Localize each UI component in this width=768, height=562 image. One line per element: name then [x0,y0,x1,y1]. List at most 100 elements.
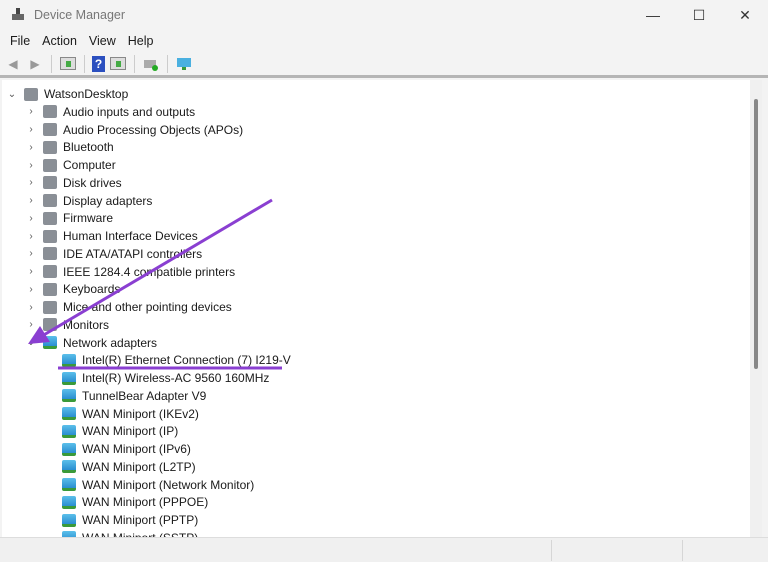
chevron-right-icon[interactable]: › [25,213,37,224]
forward-icon[interactable]: ▶ [26,56,44,72]
chevron-right-icon[interactable]: › [25,160,37,171]
tree-device[interactable]: WAN Miniport (PPTP) [44,511,198,529]
device-category-icon [43,176,57,190]
tree-device[interactable]: Intel(R) Wireless-AC 9560 160MHz [44,369,269,387]
menu-file[interactable]: File [4,34,36,48]
device-category-icon [43,229,57,243]
tree-item-label: Intel(R) Wireless-AC 9560 160MHz [82,371,270,385]
minimize-button[interactable]: — [630,0,676,30]
vertical-scrollbar[interactable] [750,80,762,537]
tree-category[interactable]: › Audio inputs and outputs [25,103,195,121]
tree-category[interactable]: › Disk drives [25,174,121,192]
tree-item-label: Mice and other pointing devices [63,300,232,314]
tree-item-label: Firmware [63,211,113,226]
device-category-icon [24,87,38,101]
tree-item-label: IDE ATA/ATAPI controllers [63,246,203,261]
network-adapter-icon [43,336,57,349]
help-icon[interactable]: ? [92,55,105,72]
device-category-icon [43,105,57,119]
network-adapter-icon [62,371,76,385]
tree-device[interactable]: WAN Miniport (SSTP) [44,529,198,537]
toolbar-divider [84,54,85,73]
scrollbar-thumb[interactable] [754,99,758,369]
tree-device[interactable]: WAN Miniport (IKEv2) [44,405,199,423]
tree-device[interactable]: WAN Miniport (Network Monitor) [44,476,254,494]
chevron-right-icon[interactable]: › [25,248,37,259]
tree-item-label: IEEE 1284.4 compatible printers [63,264,236,279]
tree-device[interactable]: WAN Miniport (IP) [44,422,178,440]
toolbar-divider [167,54,168,73]
menu-action[interactable]: Action [36,34,83,48]
device-manager-icon [10,7,26,23]
network-adapter-icon [62,424,76,438]
tree-device[interactable]: WAN Miniport (L2TP) [44,458,196,476]
tree-item-label: Network adapters [63,335,158,350]
chevron-right-icon[interactable]: › [25,284,37,295]
device-category-icon [43,282,57,296]
tree-item-label: Display adapters [63,193,153,208]
tree-category[interactable]: › IDE ATA/ATAPI controllers [25,245,202,263]
tree-category[interactable]: › Computer [25,156,116,174]
device-category-icon [43,123,57,136]
chevron-right-icon[interactable]: › [25,106,37,117]
toolbar: ◀ ▶ ? [0,52,768,78]
monitor-icon[interactable] [175,56,193,72]
tree-category[interactable]: ⌄ Network adapters [25,334,157,352]
device-category-icon [43,211,57,225]
network-adapter-icon [62,460,76,474]
network-adapter-icon [62,353,76,367]
tree-device[interactable]: TunnelBear Adapter V9 [44,387,206,405]
scan-hardware-icon[interactable] [142,56,160,72]
chevron-right-icon[interactable]: › [25,195,37,206]
device-tree[interactable]: ⌄ WatsonDesktop › Audio inputs and outputs ›… [2,80,750,537]
tree-item-label: TunnelBear Adapter V9 [82,388,207,403]
tree-category[interactable]: › Firmware [25,209,113,227]
device-category-icon [43,265,57,278]
tree-root[interactable]: ⌄ WatsonDesktop [6,85,128,103]
tree-category[interactable]: › Audio Processing Objects (APOs) [25,121,243,139]
menu-bar: File Action View Help [0,30,768,52]
properties-icon[interactable] [59,56,77,72]
tree-item-label: WAN Miniport (IPv6) [82,442,191,456]
tree-item-label: Human Interface Devices [63,229,198,243]
network-adapter-icon [62,513,76,527]
tree-category[interactable]: › Display adapters [25,192,152,210]
back-icon[interactable]: ◀ [4,56,22,72]
tree-item-label: Keyboards [63,282,121,297]
tree-category[interactable]: › Monitors [25,316,109,334]
window-title: Device Manager [34,8,126,22]
chevron-right-icon[interactable]: › [25,142,37,153]
tree-device[interactable]: WAN Miniport (PPPOE) [44,493,208,511]
chevron-down-icon[interactable]: ⌄ [6,89,18,100]
tree-item-label: Audio inputs and outputs [63,104,196,119]
title-bar: Device Manager — ☐ ✕ [0,0,768,30]
chevron-right-icon[interactable]: › [25,266,37,277]
tree-item-label: WAN Miniport (IP) [82,424,179,439]
tree-item-label: WAN Miniport (Network Monitor) [82,477,255,492]
tree-device[interactable]: Intel(R) Ethernet Connection (7) I219-V [44,351,291,369]
tree-item-label: WAN Miniport (PPTP) [82,513,199,527]
tree-category[interactable]: › IEEE 1284.4 compatible printers [25,263,235,281]
device-category-icon [43,300,57,314]
chevron-down-icon[interactable]: ⌄ [25,337,37,348]
menu-help[interactable]: Help [122,34,160,48]
tree-device[interactable]: WAN Miniport (IPv6) [44,440,191,458]
tree-category[interactable]: › Mice and other pointing devices [25,298,232,316]
close-button[interactable]: ✕ [722,0,768,30]
tree-category[interactable]: › Bluetooth [25,138,114,156]
tree-item-label: Bluetooth [63,140,114,155]
tree-category[interactable]: › Human Interface Devices [25,227,198,245]
status-bar [0,537,768,562]
network-adapter-icon [62,389,76,403]
tree-item-label: Computer [63,158,116,172]
device-category-icon [43,158,57,172]
chevron-right-icon[interactable]: › [25,231,37,242]
menu-view[interactable]: View [83,34,122,48]
update-driver-icon[interactable] [109,56,127,72]
tree-category[interactable]: › Keyboards [25,280,120,298]
chevron-right-icon[interactable]: › [25,124,37,135]
maximize-button[interactable]: ☐ [676,0,722,30]
chevron-right-icon[interactable]: › [25,319,37,330]
chevron-right-icon[interactable]: › [25,302,37,313]
chevron-right-icon[interactable]: › [25,177,37,188]
